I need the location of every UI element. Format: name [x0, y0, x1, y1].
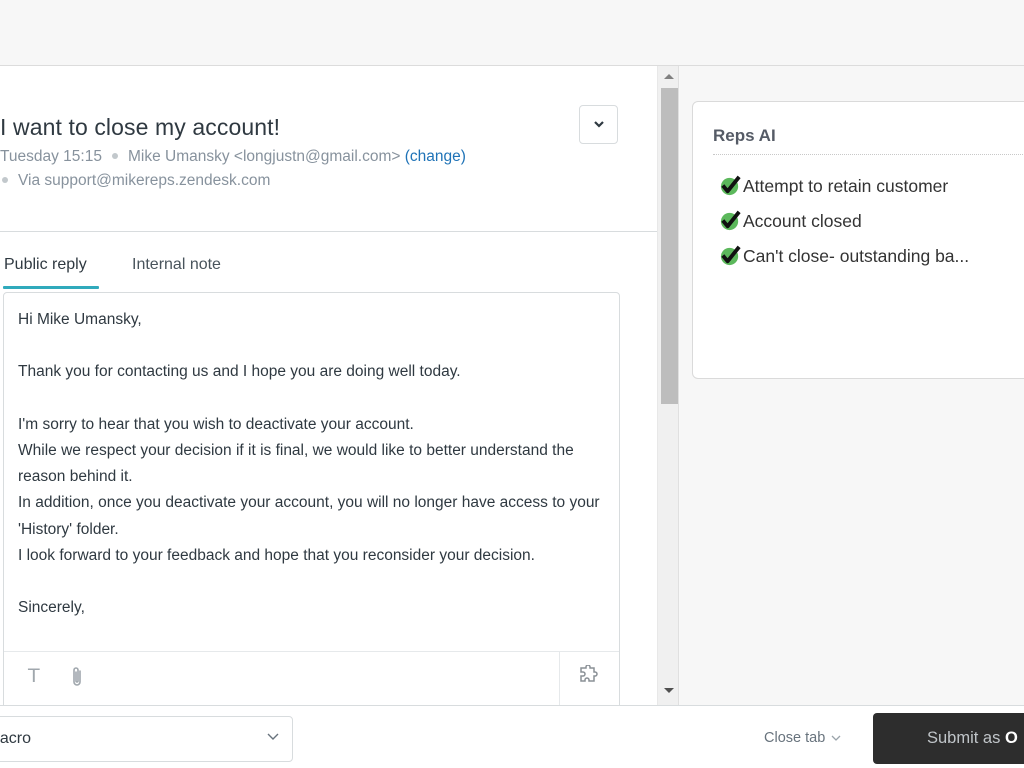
app-suggestion-label: Can't close- outstanding ba... [743, 246, 970, 266]
reply-editor[interactable]: Hi Mike Umansky, Thank you for contactin… [3, 292, 620, 705]
change-requester-link[interactable]: (change) [405, 148, 466, 165]
submit-button[interactable]: Submit as O [873, 713, 1024, 764]
ticket-pane: I want to close my account! Tuesday 15:1… [0, 66, 657, 705]
ticket-title: I want to close my account! [0, 114, 281, 140]
chevron-down-icon [593, 121, 604, 128]
toolbar-divider [559, 652, 560, 705]
editor-toolbar: T [4, 651, 619, 705]
top-header-bar [0, 0, 1024, 66]
apps-puzzle-icon[interactable] [579, 664, 601, 691]
chevron-down-icon [831, 735, 841, 741]
tab-internal-note[interactable]: Internal note [132, 256, 221, 274]
ticket-via: Via support@mikereps.zendesk.com [18, 172, 271, 189]
check-icon [720, 210, 741, 231]
apps-sidebar: Reps AI Attempt to retain customer Accou… [680, 66, 1024, 705]
app-suggestion-list: Attempt to retain customer Account close… [719, 175, 970, 281]
scroll-up-arrow-icon[interactable] [664, 74, 674, 79]
reps-ai-app-card: Reps AI Attempt to retain customer Accou… [692, 101, 1024, 379]
scroll-down-arrow-icon[interactable] [664, 688, 674, 693]
reply-body-text[interactable]: Hi Mike Umansky, Thank you for contactin… [18, 307, 608, 621]
attachment-icon[interactable] [70, 666, 84, 694]
ticket-header: I want to close my account! Tuesday 15:1… [0, 66, 657, 232]
apply-macro-select[interactable]: nacro [0, 716, 293, 762]
app-title: Reps AI [713, 126, 776, 145]
ticket-timestamp: Tuesday 15:15 [0, 148, 102, 165]
ticket-meta-line: Tuesday 15:15 Mike Umansky <longjustn@gma… [0, 148, 466, 166]
ticket-requester: Mike Umansky <longjustn@gmail.com> [127, 148, 401, 165]
active-tab-indicator [3, 286, 99, 289]
check-icon [720, 245, 741, 266]
app-title-divider [713, 154, 1024, 155]
app-suggestion-label: Account closed [743, 211, 862, 231]
close-tab-dropdown[interactable]: Close tab [764, 730, 841, 746]
app-suggestion-item[interactable]: Attempt to retain customer [719, 175, 969, 211]
separator-dot [111, 152, 118, 159]
ticket-options-button[interactable] [579, 105, 618, 144]
tab-public-reply[interactable]: Public reply [4, 256, 87, 274]
close-tab-label: Close tab [764, 730, 826, 746]
ticket-via-line: Via support@mikereps.zendesk.com [0, 172, 270, 190]
app-suggestion-item[interactable]: Account closed [719, 210, 969, 246]
check-icon [720, 175, 741, 196]
scroll-thumb[interactable] [661, 88, 678, 404]
submit-prefix: Submit as [927, 729, 1005, 747]
macro-select-label: nacro [0, 730, 32, 747]
separator-dot [2, 176, 8, 183]
ticket-footer: nacro Close tab Submit as O [0, 705, 1024, 768]
app-suggestion-label: Attempt to retain customer [743, 176, 949, 196]
chevron-down-icon [267, 733, 279, 740]
app-suggestion-item[interactable]: Can't close- outstanding ba... [719, 245, 970, 281]
submit-status: O [1004, 729, 1018, 747]
text-format-icon[interactable]: T [28, 665, 40, 687]
ticket-scrollbar[interactable] [657, 66, 679, 705]
submit-button-label: Submit as O [927, 729, 1018, 748]
